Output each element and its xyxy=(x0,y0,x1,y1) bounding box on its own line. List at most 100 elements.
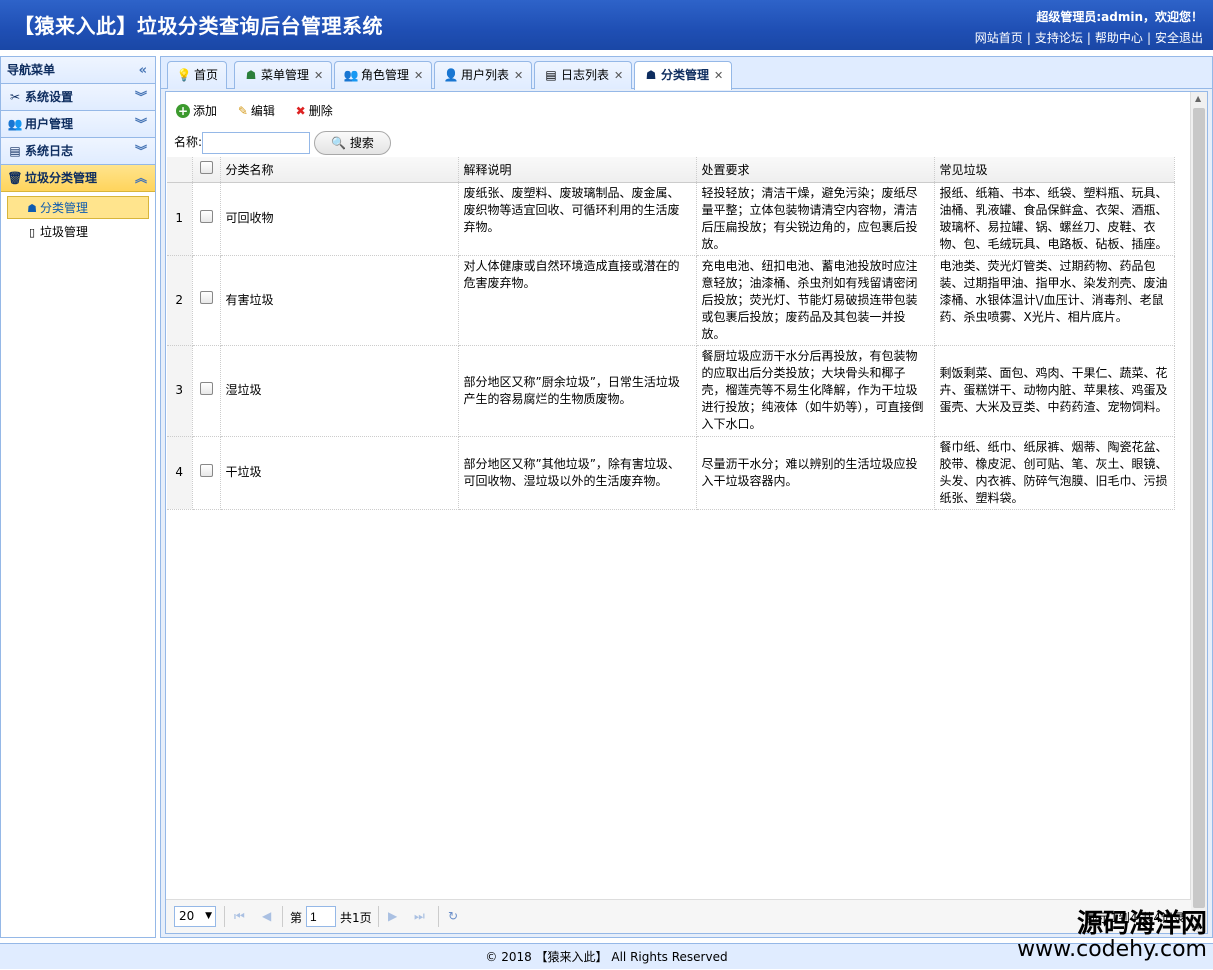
tab-label: 首页 xyxy=(194,68,219,82)
close-icon[interactable]: ✕ xyxy=(314,69,323,82)
close-icon[interactable]: ✕ xyxy=(514,69,523,82)
edit-button[interactable]: ✎ 编辑 xyxy=(235,100,275,122)
table-row[interactable]: 1 可回收物 废纸张、废塑料、废玻璃制品、废金属、废织物等适宜回收、可循环利用的… xyxy=(167,182,1175,256)
search-button[interactable]: 🔍 搜索 xyxy=(314,130,391,155)
cell-requirement: 尽量沥干水分；难以辨别的生活垃圾应投入干垃圾容器内。 xyxy=(696,436,935,510)
tree-icon: ☗ xyxy=(27,202,37,215)
vertical-scrollbar[interactable]: ▲ ▼ xyxy=(1190,92,1207,933)
sidebar-title-label: 导航菜单 xyxy=(7,63,56,77)
tab-label: 分类管理 xyxy=(661,68,710,82)
collapse-left-icon[interactable]: « xyxy=(139,57,147,84)
pager-separator xyxy=(282,906,283,927)
table-row[interactable]: 4 干垃圾 部分地区又称”其他垃圾”，除有害垃圾、可回收物、湿垃圾以外的生活废弃… xyxy=(167,436,1175,510)
row-number: 1 xyxy=(167,182,193,256)
close-icon[interactable]: ✕ xyxy=(414,69,423,82)
link-help-center[interactable]: 帮助中心 xyxy=(1095,31,1143,45)
row-number: 3 xyxy=(167,345,193,437)
row-checkbox[interactable] xyxy=(199,381,213,395)
link-logout[interactable]: 安全退出 xyxy=(1155,31,1203,45)
data-grid: 分类名称 解释说明 处置要求 常见垃圾 1 可回收物 废纸张、废塑料、废玻璃制品… xyxy=(167,157,1192,510)
close-icon[interactable]: ✕ xyxy=(614,69,623,82)
delete-x-icon: ✖ xyxy=(295,104,306,118)
toolbar: + 添加 ✎ 编辑 ✖ 删除 xyxy=(176,100,347,122)
add-button[interactable]: + 添加 xyxy=(176,100,217,122)
content-area: + 添加 ✎ 编辑 ✖ 删除 名称: 🔍 搜索 分类名称 解释说明 处置要求 常… xyxy=(165,91,1208,934)
column-header-common[interactable]: 常见垃圾 xyxy=(934,157,1175,183)
subitem-label: 分类管理 xyxy=(40,201,89,215)
delete-button[interactable]: ✖ 删除 xyxy=(293,100,333,122)
cell-requirement: 餐厨垃圾应沥干水分后再投放，有包装物的应取出后分类投放；大块骨头和椰子壳，榴莲壳… xyxy=(696,345,935,437)
row-checkbox-cell xyxy=(192,255,221,346)
tab-label: 菜单管理 xyxy=(261,68,310,82)
scrollbar-thumb[interactable] xyxy=(1193,108,1205,908)
row-number-header xyxy=(167,157,193,183)
table-row[interactable]: 2 有害垃圾 对人体健康或自然环境造成直接或潜在的危害废弃物。 充电电池、纽扣电… xyxy=(167,255,1175,346)
close-icon[interactable]: ✕ xyxy=(714,69,723,82)
search-icon: 🔍 xyxy=(331,135,346,150)
main-panel: 💡 首页 ☗ 菜单管理 ✕ 👥 角色管理 ✕ 👤 用户列表 ✕ ▤ 日志列表 ✕ ☗ 分类管理 ✕ +… xyxy=(160,56,1213,938)
first-page-icon[interactable]: ⏮ xyxy=(234,909,245,924)
subitem-garbage-management[interactable]: ▯ 垃圾管理 xyxy=(7,220,149,243)
prev-page-icon[interactable]: ◀ xyxy=(262,909,271,923)
row-checkbox[interactable] xyxy=(199,463,213,477)
tab-label: 用户列表 xyxy=(461,68,510,82)
menu-group-garbage-classification[interactable]: 🗑 垃圾分类管理 ︽ xyxy=(1,165,155,192)
cell-common: 餐巾纸、纸巾、纸尿裤、烟蒂、陶瓷花盆、胶带、橡皮泥、创可贴、笔、灰土、眼镜、头发… xyxy=(934,436,1175,510)
dropdown-arrow-icon: ▼ xyxy=(205,911,212,921)
app-title: 【猿来入此】垃圾分类查询后台管理系统 xyxy=(14,14,383,38)
row-number: 4 xyxy=(167,436,193,510)
subitem-category-management[interactable]: ☗ 分类管理 xyxy=(7,196,149,219)
cell-description: 部分地区又称”其他垃圾”，除有害垃圾、可回收物、湿垃圾以外的生活废弃物。 xyxy=(458,436,697,510)
edit-button-label: 编辑 xyxy=(250,104,275,118)
menu-group-label: 系统日志 xyxy=(25,144,74,158)
tab-home[interactable]: 💡 首页 xyxy=(167,61,228,89)
cell-common: 报纸、纸箱、书本、纸袋、塑料瓶、玩具、油桶、乳液罐、食品保鲜盒、衣架、酒瓶、玻璃… xyxy=(934,182,1175,256)
link-site-home[interactable]: 网站首页 xyxy=(975,31,1023,45)
page-size-select[interactable]: 20 ▼ xyxy=(174,906,216,927)
cell-requirement: 轻投轻放；清洁干燥，避免污染；废纸尽量平整；立体包装物请清空内容物，清洁后压扁投… xyxy=(696,182,935,256)
submenu: ☗ 分类管理 ▯ 垃圾管理 xyxy=(1,192,155,248)
chevron-down-icon: ︾ xyxy=(134,117,147,131)
bulb-icon: 💡 xyxy=(176,68,192,82)
watermark-line2: www.codehy.com xyxy=(1017,937,1207,962)
link-support-forum[interactable]: 支持论坛 xyxy=(1035,31,1083,45)
row-checkbox[interactable] xyxy=(199,291,213,304)
tab-category-management[interactable]: ☗ 分类管理 ✕ xyxy=(634,61,733,90)
search-bar: 名称: 🔍 搜索 xyxy=(174,130,391,155)
menu-group-user-management[interactable]: 👥 用户管理 ︾ xyxy=(1,111,155,138)
menu-group-label: 系统设置 xyxy=(25,90,74,104)
page-size-value: 20 xyxy=(179,909,195,923)
page-total: 共1页 xyxy=(340,911,372,925)
column-header-description[interactable]: 解释说明 xyxy=(458,157,697,183)
select-all-checkbox[interactable] xyxy=(199,161,213,175)
menu-group-system-settings[interactable]: ✂ 系统设置 ︾ xyxy=(1,84,155,111)
next-page-icon[interactable]: ▶ xyxy=(388,909,397,923)
tree-icon: ☗ xyxy=(645,68,657,82)
user-icon: 👤 xyxy=(443,68,459,82)
sidebar-title: 导航菜单 « xyxy=(1,57,155,84)
select-all-checkbox-cell xyxy=(192,157,221,183)
column-header-name[interactable]: 分类名称 xyxy=(220,157,459,183)
page-number-input[interactable] xyxy=(306,906,336,927)
tab-log-list[interactable]: ▤ 日志列表 ✕ xyxy=(534,61,633,89)
app-header: 【猿来入此】垃圾分类查询后台管理系统 超级管理员:admin，欢迎您！ 网站首页… xyxy=(0,0,1213,50)
menu-group-system-log[interactable]: ▤ 系统日志 ︾ xyxy=(1,138,155,165)
table-row[interactable]: 3 湿垃圾 部分地区又称”厨余垃圾”，日常生活垃圾产生的容易腐烂的生物质废物。 … xyxy=(167,345,1175,437)
users-icon: 👥 xyxy=(343,68,359,82)
search-button-label: 搜索 xyxy=(349,135,374,150)
scroll-up-icon[interactable]: ▲ xyxy=(1195,94,1201,103)
tab-user-list[interactable]: 👤 用户列表 ✕ xyxy=(434,61,533,89)
tab-menu-management[interactable]: ☗ 菜单管理 ✕ xyxy=(234,61,333,89)
chevron-down-icon: ︾ xyxy=(134,90,147,104)
cell-name: 可回收物 xyxy=(220,182,459,256)
search-input[interactable] xyxy=(202,131,311,154)
column-header-requirement[interactable]: 处置要求 xyxy=(696,157,935,183)
cell-name: 有害垃圾 xyxy=(220,255,459,346)
row-checkbox-cell xyxy=(192,345,221,437)
cell-description: 对人体健康或自然环境造成直接或潜在的危害废弃物。 xyxy=(458,255,697,346)
row-checkbox[interactable] xyxy=(199,209,213,223)
refresh-icon[interactable]: ↻ xyxy=(448,909,458,923)
tab-role-management[interactable]: 👥 角色管理 ✕ xyxy=(334,61,433,89)
sidebar: 导航菜单 « ✂ 系统设置 ︾ 👥 用户管理 ︾ ▤ 系统日志 ︾ 🗑 垃圾分类管理 ︽… xyxy=(0,56,156,938)
last-page-icon[interactable]: ⏭ xyxy=(414,909,425,924)
